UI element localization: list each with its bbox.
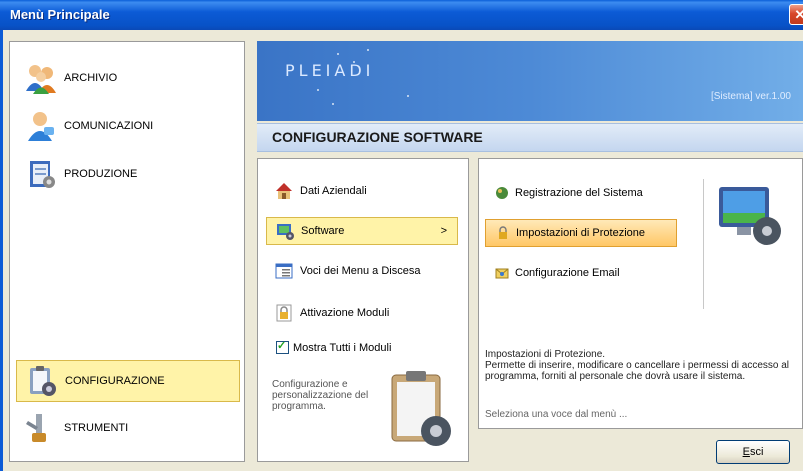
main-nav: ARCHIVIO COMUNICAZIONI PRODUZIONE CONFIG…	[9, 41, 245, 462]
star-decoration	[332, 103, 334, 105]
star-decoration	[337, 53, 339, 55]
nav-label: ARCHIVIO	[64, 72, 118, 84]
software-submenu: Registrazione del Sistema Impostazioni d…	[478, 158, 803, 429]
nav-label: COMUNICAZIONI	[64, 120, 154, 132]
nav-label: STRUMENTI	[64, 422, 129, 434]
nav-label: CONFIGURAZIONE	[65, 375, 165, 387]
menu-item-attivazione-moduli[interactable]: Attivazione Moduli	[266, 299, 458, 327]
monitor-gear-icon	[715, 181, 785, 254]
menu-item-software[interactable]: Software >	[266, 217, 458, 245]
config-menu: Dati Aziendali Software > Voci dei Menu …	[257, 158, 469, 462]
exit-button-mnemonic: E	[742, 446, 750, 458]
padlock-icon	[496, 226, 510, 240]
notebook-icon	[24, 157, 58, 191]
submenu-item-email[interactable]: Configurazione Email	[485, 259, 677, 287]
nav-item-configurazione[interactable]: CONFIGURAZIONE	[16, 360, 240, 402]
star-decoration	[317, 89, 319, 91]
contact-icon	[24, 109, 58, 143]
email-icon	[495, 266, 509, 280]
vertical-divider	[703, 179, 704, 309]
window-title: Menù Principale	[10, 7, 110, 22]
description-body: Permette di inserire, modificare o cance…	[485, 360, 790, 382]
exit-button[interactable]: Esci	[716, 440, 790, 464]
submenu-item-label: Registrazione del Sistema	[515, 187, 643, 199]
section-title-bar: CONFIGURAZIONE SOFTWARE	[257, 123, 803, 152]
nav-item-comunicazioni[interactable]: COMUNICAZIONI	[24, 108, 153, 144]
clipboard-gear-icon	[25, 364, 59, 398]
menu-item-label: Dati Aziendali	[300, 185, 367, 197]
house-icon	[274, 181, 294, 201]
menu-item-label: Software	[301, 225, 345, 237]
version-label: [Sistema] ver.1.00	[710, 91, 791, 102]
users-icon	[24, 61, 58, 95]
window-list-icon	[274, 261, 294, 281]
monitor-gear-icon	[275, 221, 295, 241]
star-decoration	[407, 95, 409, 97]
nav-item-archivio[interactable]: ARCHIVIO	[24, 60, 117, 96]
app-banner: PLEIADI [Sistema] ver.1.00	[257, 41, 803, 121]
clipboard-gear-icon	[386, 369, 456, 454]
submenu-description: Impostazioni di Protezione. Permette di …	[485, 349, 803, 382]
app-logo: PLEIADI	[285, 61, 375, 80]
star-decoration	[367, 49, 369, 51]
submenu-item-label: Configurazione Email	[515, 267, 620, 279]
menu-item-voci-menu[interactable]: Voci dei Menu a Discesa	[266, 257, 458, 285]
show-all-modules-checkbox[interactable]: Mostra Tutti i Moduli	[276, 339, 392, 354]
menu-item-label: Voci dei Menu a Discesa	[300, 265, 421, 277]
menu-item-dati-aziendali[interactable]: Dati Aziendali	[266, 177, 458, 205]
close-button[interactable]: ✕	[789, 4, 803, 25]
exit-button-label: sci	[749, 446, 764, 458]
selection-hint: Seleziona una voce dal menù ...	[485, 409, 628, 420]
section-title: CONFIGURAZIONE SOFTWARE	[272, 129, 483, 145]
submenu-item-protezione[interactable]: Impostazioni di Protezione	[485, 219, 677, 247]
description-title: Impostazioni di Protezione.	[485, 349, 606, 360]
lock-icon	[274, 303, 294, 323]
menu-description: Configurazione e personalizzazione del p…	[272, 379, 369, 412]
chevron-right-icon: >	[440, 225, 447, 237]
register-icon	[495, 186, 509, 200]
checkbox-checked[interactable]	[276, 339, 289, 354]
title-bar[interactable]: Menù Principale ✕	[0, 0, 803, 30]
checkbox-label: Mostra Tutti i Moduli	[293, 341, 392, 354]
menu-item-label: Attivazione Moduli	[300, 307, 390, 319]
submenu-item-registrazione[interactable]: Registrazione del Sistema	[485, 179, 677, 207]
nav-label: PRODUZIONE	[64, 168, 138, 180]
nav-item-produzione[interactable]: PRODUZIONE	[24, 156, 137, 192]
tools-icon	[24, 411, 58, 445]
submenu-item-label: Impostazioni di Protezione	[516, 227, 646, 239]
nav-item-strumenti[interactable]: STRUMENTI	[24, 410, 128, 446]
